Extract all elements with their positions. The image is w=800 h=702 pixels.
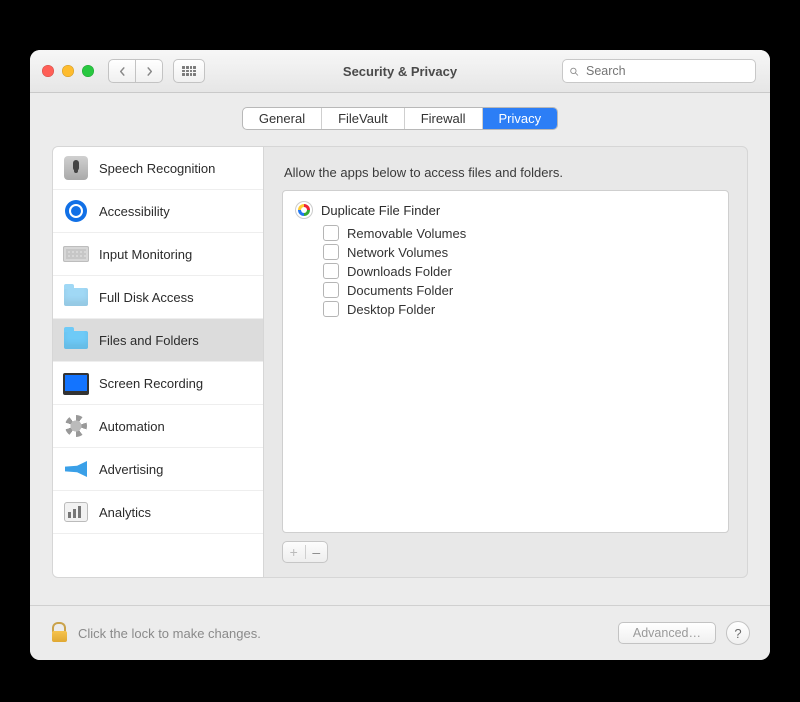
access-icon <box>65 200 87 222</box>
close-window-button[interactable] <box>42 65 54 77</box>
sidebar-item-full-disk-access[interactable]: Full Disk Access <box>53 276 263 319</box>
help-button[interactable]: ? <box>726 621 750 645</box>
app-icon <box>295 201 313 219</box>
tab-filevault[interactable]: FileVault <box>322 108 405 129</box>
search-input[interactable] <box>584 63 749 79</box>
content-heading: Allow the apps below to access files and… <box>284 165 729 180</box>
add-remove-control: + – <box>282 541 328 563</box>
app-row[interactable]: Duplicate File Finder <box>295 201 716 219</box>
sidebar-item-label: Automation <box>99 419 165 434</box>
show-all-button[interactable] <box>173 59 205 83</box>
gear-icon <box>65 415 87 437</box>
privacy-panel: Speech Recognition Accessibility Input Mon… <box>52 146 748 578</box>
sidebar-item-label: Files and Folders <box>99 333 199 348</box>
permission-label: Network Volumes <box>347 245 448 260</box>
permission-checkbox[interactable] <box>323 282 339 298</box>
sidebar-item-label: Full Disk Access <box>99 290 194 305</box>
screen-icon <box>63 373 89 393</box>
sidebar-item-label: Advertising <box>99 462 163 477</box>
permission-row: Removable Volumes <box>323 225 716 241</box>
folder-icon <box>64 288 88 306</box>
tab-bar: GeneralFileVaultFirewallPrivacy <box>30 107 770 130</box>
sidebar-item-label: Analytics <box>99 505 151 520</box>
permission-row: Documents Folder <box>323 282 716 298</box>
sidebar-item-advertising[interactable]: Advertising <box>53 448 263 491</box>
search-icon <box>569 65 579 78</box>
sidebar-item-label: Speech Recognition <box>99 161 215 176</box>
permission-row: Network Volumes <box>323 244 716 260</box>
app-permissions-list[interactable]: Duplicate File Finder Removable Volumes Ne… <box>282 190 729 533</box>
app-name: Duplicate File Finder <box>321 203 440 218</box>
mic-icon <box>64 156 88 180</box>
window-controls <box>42 65 94 77</box>
chevron-right-icon <box>145 67 154 76</box>
sidebar-item-files-and-folders[interactable]: Files and Folders <box>53 319 263 362</box>
sidebar-item-analytics[interactable]: Analytics <box>53 491 263 534</box>
sidebar-item-screen-recording[interactable]: Screen Recording <box>53 362 263 405</box>
nav-back-forward <box>108 59 163 83</box>
grid-icon <box>182 66 196 76</box>
sidebar-item-speech-recognition[interactable]: Speech Recognition <box>53 147 263 190</box>
tab-general[interactable]: General <box>243 108 322 129</box>
folder-icon <box>64 331 88 349</box>
permission-label: Documents Folder <box>347 283 453 298</box>
lock-hint: Click the lock to make changes. <box>78 626 261 641</box>
forward-button[interactable] <box>136 59 163 83</box>
tab-firewall[interactable]: Firewall <box>405 108 483 129</box>
footer-bar: Click the lock to make changes. Advanced… <box>30 605 770 660</box>
sidebar-item-label: Accessibility <box>99 204 170 219</box>
search-field[interactable] <box>562 59 756 83</box>
permission-checkbox[interactable] <box>323 244 339 260</box>
permission-checkbox[interactable] <box>323 225 339 241</box>
sidebar-item-input-monitoring[interactable]: Input Monitoring <box>53 233 263 276</box>
back-button[interactable] <box>108 59 136 83</box>
sidebar-item-automation[interactable]: Automation <box>53 405 263 448</box>
privacy-content: Allow the apps below to access files and… <box>264 147 747 577</box>
advanced-button[interactable]: Advanced… <box>618 622 716 644</box>
lock-icon[interactable] <box>50 624 68 642</box>
permission-checkbox[interactable] <box>323 263 339 279</box>
titlebar: Security & Privacy <box>30 50 770 93</box>
sidebar-item-accessibility[interactable]: Accessibility <box>53 190 263 233</box>
permission-checkbox[interactable] <box>323 301 339 317</box>
permission-label: Downloads Folder <box>347 264 452 279</box>
remove-app-button[interactable]: – <box>306 545 328 559</box>
horn-icon <box>65 461 87 477</box>
minimize-window-button[interactable] <box>62 65 74 77</box>
zoom-window-button[interactable] <box>82 65 94 77</box>
permission-label: Desktop Folder <box>347 302 435 317</box>
sidebar-item-label: Screen Recording <box>99 376 203 391</box>
window-body: GeneralFileVaultFirewallPrivacy Speech R… <box>30 107 770 578</box>
chevron-left-icon <box>118 67 127 76</box>
tab-privacy[interactable]: Privacy <box>483 108 558 129</box>
sidebar-item-label: Input Monitoring <box>99 247 192 262</box>
bars-icon <box>64 502 88 522</box>
privacy-category-list[interactable]: Speech Recognition Accessibility Input Mon… <box>53 147 264 577</box>
permission-row: Desktop Folder <box>323 301 716 317</box>
permission-row: Downloads Folder <box>323 263 716 279</box>
preferences-window: Security & Privacy GeneralFileVaultFirew… <box>30 50 770 660</box>
kbd-icon <box>63 246 89 262</box>
permission-label: Removable Volumes <box>347 226 466 241</box>
add-app-button[interactable]: + <box>283 545 306 559</box>
